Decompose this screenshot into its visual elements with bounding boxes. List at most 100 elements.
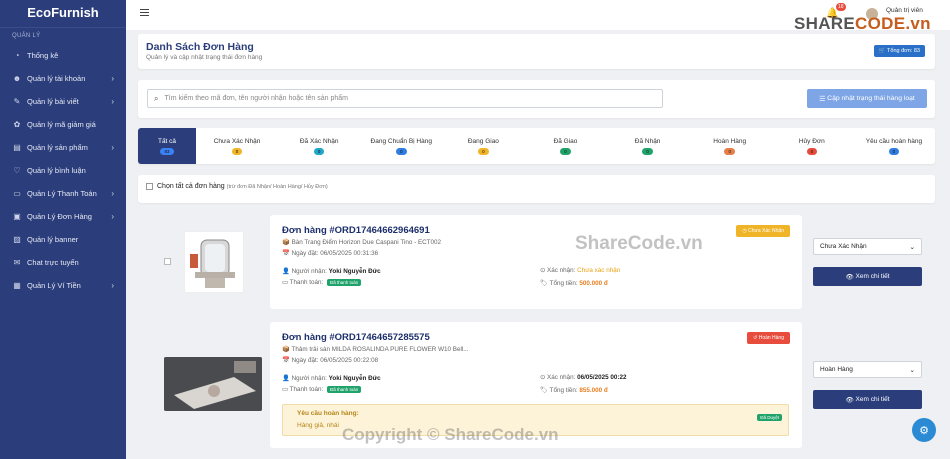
tab-label: Tất cả (157, 137, 177, 145)
bulk-update-button[interactable]: ☰ Cập nhật trạng thái hàng loạt (807, 89, 927, 108)
order-total: 🏷 Tổng tiền: 500.000 đ (540, 280, 608, 287)
total-orders-badge: 🛒 Tổng đơn: 83 (873, 45, 925, 57)
select-all-checkbox[interactable]: Chọn tất cả đơn hàng (trừ đơn Đã Nhận/ H… (146, 183, 328, 190)
tab-status[interactable]: Tất cả 83 (138, 128, 196, 164)
search-input[interactable]: ⌕ Tìm kiếm theo mã đơn, tên người nhận h… (147, 89, 663, 108)
confirm-status: ⊙ Xác nhận: 06/05/2025 00:22 (540, 374, 627, 381)
sidebar-item-label: Thống kê (27, 51, 59, 60)
search-card: ⌕ Tìm kiếm theo mã đơn, tên người nhận h… (138, 80, 935, 118)
tab-label: Đã Nhận (634, 137, 661, 145)
sidebar-item[interactable]: ☻ Quản lý tài khoản › (0, 67, 126, 90)
select-all-bar: Chọn tất cả đơn hàng (trừ đơn Đã Nhận/ H… (138, 175, 935, 203)
tab-count-badge: 0 (806, 147, 818, 155)
tab-count-badge: 0 (396, 147, 407, 155)
sidebar: EcoFurnish QUẢN LÝ ◔ Thống kê ☻ Quản lý tài… (0, 0, 126, 459)
status-badge: ↺ Hoàn Hàng (747, 332, 790, 344)
chevron-down-icon: ⌄ (909, 366, 915, 374)
sidebar-item[interactable]: ▣ Quản Lý Đơn Hàng › (0, 205, 126, 228)
user-name[interactable]: Quản trị viên (886, 7, 923, 14)
tab-status[interactable]: Đã Nhận 0 (607, 128, 689, 164)
sidebar-item-label: Quản Lý Ví Tiền (27, 281, 81, 290)
recipient: 👤 Người nhận: Yoki Nguyễn Đức (282, 375, 381, 382)
notification-badge: 18 (836, 3, 846, 11)
tab-label: Đang Giao (467, 137, 499, 145)
chevron-right-icon: › (111, 212, 114, 221)
sidebar-item-label: Quản lý bài viết (27, 97, 79, 106)
sidebar-item-label: Quản lý banner (27, 235, 79, 244)
clipboard-icon: ▣ (13, 212, 21, 221)
watermark-bottom: Copyright © ShareCode.vn (342, 425, 559, 444)
status-select[interactable]: Chưa Xác Nhận ⌄ (813, 238, 922, 255)
tab-status[interactable]: Chưa Xác Nhận 0 (196, 128, 278, 164)
sidebar-item[interactable]: ◔ Thống kê (0, 44, 126, 67)
app-logo[interactable]: EcoFurnish (0, 0, 126, 28)
menu-toggle-icon[interactable] (140, 9, 149, 16)
sidebar-item[interactable]: ▤ Quản lý sản phẩm › (0, 136, 126, 159)
order-title[interactable]: Đơn hàng #ORD17464657285575 (282, 332, 430, 343)
sidebar-section-label: QUẢN LÝ (12, 33, 41, 39)
order-detail-card: Đơn hàng #ORD17464662964691 📦 Bàn Trang … (270, 215, 802, 309)
gauge-icon: ◔ (14, 51, 20, 60)
payment-status: ▭ Thanh toán: Đã thanh toán (282, 386, 362, 393)
product-image (184, 231, 244, 293)
user-icon: ☻ (12, 74, 22, 83)
tab-count-badge: 0 (642, 147, 653, 155)
recipient: 👤 Người nhận: Yoki Nguyễn Đức (282, 268, 381, 275)
tab-status[interactable]: Đã Xác Nhận 0 (278, 128, 360, 164)
wallet-icon: ▦ (13, 281, 21, 290)
tab-label: Yêu cầu hoàn hàng (865, 137, 923, 145)
checkbox[interactable] (146, 183, 153, 190)
sidebar-item[interactable]: ▨ Quản lý banner (0, 228, 126, 251)
view-detail-button[interactable]: 👁 Xem chi tiết (813, 390, 922, 409)
sidebar-nav: ◔ Thống kê ☻ Quản lý tài khoản › ✎ Quản lý bài… (0, 44, 126, 297)
order-total: 🏷 Tổng tiền: 855.000 đ (540, 387, 608, 394)
search-icon: ⌕ (154, 93, 159, 103)
order-title[interactable]: Đơn hàng #ORD17464662964691 (282, 225, 430, 236)
tab-label: Hủy Đơn (798, 137, 825, 145)
view-detail-button[interactable]: 👁 Xem chi tiết (813, 267, 922, 286)
page-header: Danh Sách Đơn Hàng Quản lý và cập nhật t… (138, 34, 935, 69)
approved-badge: Đã Duyệt (757, 414, 782, 421)
sidebar-item-label: Quản lý sản phẩm (27, 143, 88, 152)
sidebar-item[interactable]: ✎ Quản lý bài viết › (0, 90, 126, 113)
chevron-right-icon: › (111, 74, 114, 83)
chevron-down-icon: ⌄ (909, 243, 915, 251)
order-product: 📦 Thảm trải sàn MILDA ROSALINDA PURE FLO… (282, 346, 469, 353)
order-date: 📅 Ngày đặt: 06/05/2025 00:31:36 (282, 250, 379, 257)
card-icon: ▭ (13, 189, 21, 198)
watermark-center: ShareCode.vn (575, 233, 703, 254)
tab-count-badge: 0 (231, 147, 243, 155)
sidebar-item-label: Quản lý bình luận (27, 166, 86, 175)
settings-gear-icon[interactable]: ⚙ (912, 418, 936, 442)
tab-label: Đang Chuẩn Bị Hàng (370, 137, 432, 145)
status-badge: ◷ Chưa Xác Nhận (736, 225, 790, 237)
order-checkbox[interactable] (164, 258, 171, 265)
heart-icon: ♡ (13, 166, 21, 175)
sidebar-item-label: Quản Lý Thanh Toán (27, 189, 97, 198)
chevron-right-icon: › (111, 97, 114, 106)
tab-status[interactable]: Hủy Đơn 0 (771, 128, 853, 164)
tab-status[interactable]: Yêu cầu hoàn hàng 0 (853, 128, 935, 164)
product-image (164, 357, 262, 411)
order-date: 📅 Ngày đặt: 06/05/2025 00:22:08 (282, 357, 379, 364)
sidebar-item-label: Quản Lý Đơn Hàng (27, 212, 92, 221)
sidebar-item[interactable]: ▦ Quản Lý Ví Tiền › (0, 274, 126, 297)
status-select[interactable]: Hoàn Hàng ⌄ (813, 361, 922, 378)
tab-status[interactable]: Đã Giao 0 (524, 128, 606, 164)
sharecode-logo: SHARECODE.vn (794, 14, 931, 33)
payment-status: ▭ Thanh toán: Đã thanh toán (282, 279, 362, 286)
chevron-right-icon: › (111, 189, 114, 198)
tab-label: Đã Xác Nhận (299, 137, 339, 145)
sidebar-item[interactable]: ✿ Quản lý mã giảm giá (0, 113, 126, 136)
image-icon: ▨ (13, 235, 21, 244)
sidebar-item[interactable]: ♡ Quản lý bình luận (0, 159, 126, 182)
order-row: Đơn hàng #ORD17464662964691 📦 Bàn Trang … (138, 213, 935, 311)
gift-icon: ✿ (13, 120, 21, 129)
tab-status[interactable]: Hoàn Hàng 0 (689, 128, 771, 164)
tab-status[interactable]: Đang Chuẩn Bị Hàng 0 (360, 128, 442, 164)
tab-status[interactable]: Đang Giao 0 (442, 128, 524, 164)
sidebar-item[interactable]: ▭ Quản Lý Thanh Toán › (0, 182, 126, 205)
status-tabs: Tất cả 83 Chưa Xác Nhận 0 Đã Xác Nhận 0 Đang C… (138, 128, 935, 164)
chat-icon: ✉ (13, 258, 21, 267)
sidebar-item[interactable]: ✉ Chat trực tuyến (0, 251, 126, 274)
